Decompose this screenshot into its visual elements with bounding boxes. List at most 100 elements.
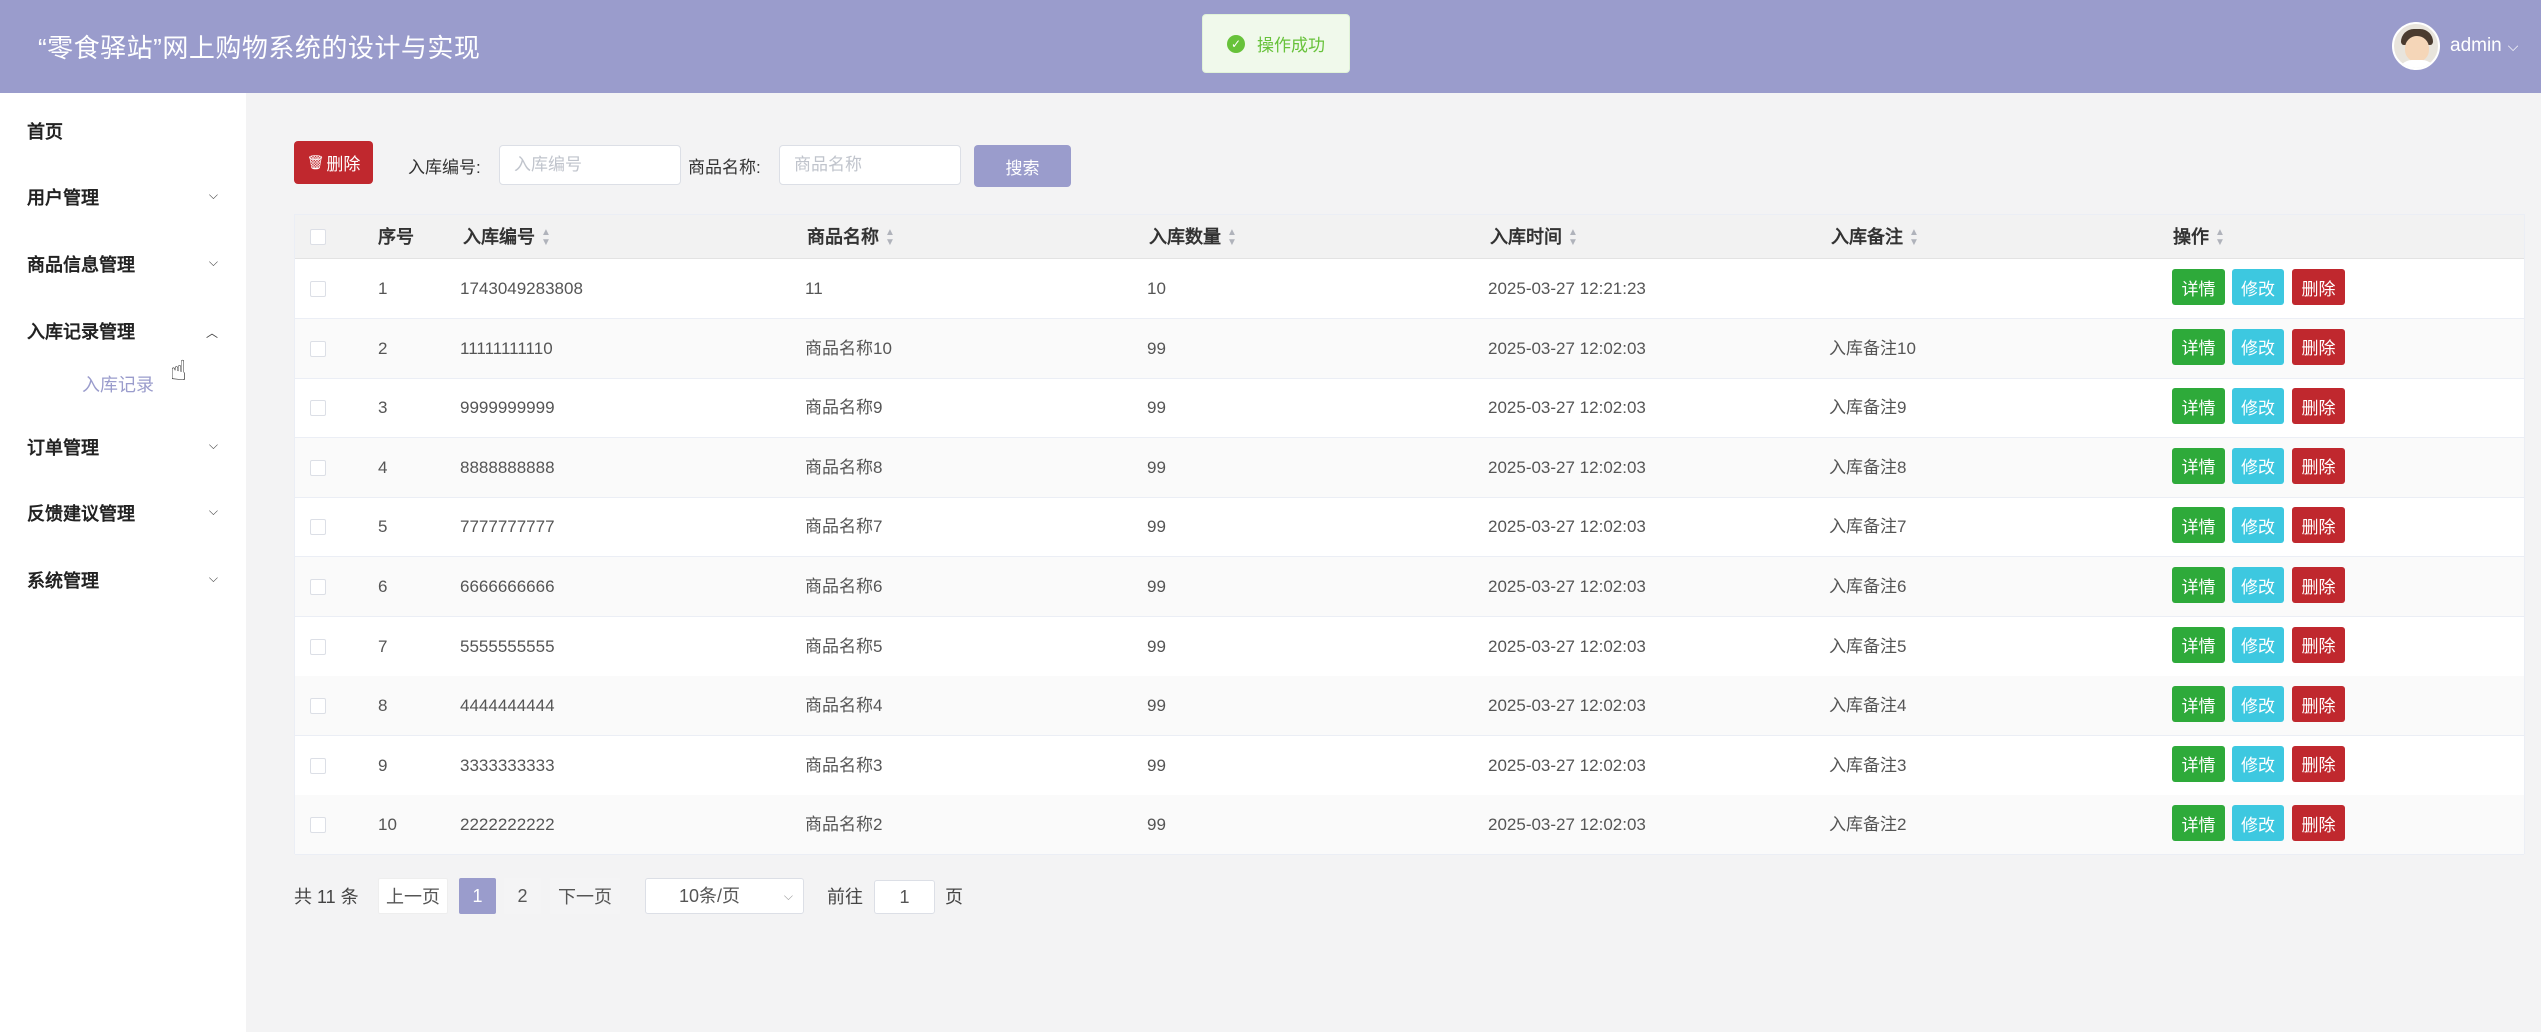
row-checkbox[interactable] — [310, 757, 326, 774]
sidebar-item-feedback[interactable]: 反馈建议管理 ⌵ — [0, 493, 246, 533]
table-row: 9 3333333333 商品名称3 99 2025-03-27 12:02:03 入库备… — [295, 736, 2524, 796]
detail-button[interactable]: 详情 — [2172, 388, 2225, 425]
detail-button[interactable]: 详情 — [2172, 567, 2225, 603]
search-button[interactable]: 搜索 — [974, 145, 1071, 187]
column-header-actions[interactable]: 操作 ▲ ▼ — [2173, 215, 2225, 259]
sort-icon[interactable]: ▲ ▼ — [1568, 228, 1578, 248]
delete-button[interactable]: 删除 — [2292, 447, 2345, 484]
column-header-name[interactable]: 商品名称 ▲ ▼ — [807, 215, 895, 259]
prev-page-button[interactable]: 上一页 — [378, 878, 448, 914]
table-row: 10 2222222222 商品名称2 99 2025-03-27 12:02:03 入库… — [295, 795, 2524, 856]
cell-note: 入库备注8 — [1829, 457, 1907, 477]
delete-button[interactable]: 删除 — [2292, 388, 2345, 425]
batch-delete-label: 删除 — [326, 155, 361, 174]
sidebar-item-orders[interactable]: 订单管理 ⌵ — [0, 427, 246, 467]
detail-button[interactable]: 详情 — [2172, 507, 2225, 544]
success-toast: ✓ 操作成功 — [1202, 14, 1350, 73]
sort-icon[interactable]: ▲ ▼ — [541, 228, 551, 248]
cell-qty: 99 — [1147, 457, 1166, 477]
cell-code: 9999999999 — [460, 398, 555, 418]
detail-button[interactable]: 详情 — [2172, 805, 2225, 842]
delete-button[interactable]: 删除 — [2292, 567, 2345, 603]
avatar[interactable] — [2392, 22, 2440, 70]
edit-button[interactable]: 修改 — [2232, 626, 2284, 663]
cell-qty: 99 — [1147, 338, 1166, 358]
code-search-input[interactable] — [499, 145, 681, 185]
row-checkbox[interactable] — [310, 340, 326, 357]
sort-icon[interactable]: ▲ ▼ — [885, 228, 895, 248]
batch-delete-button[interactable]: 🗑 删除 — [294, 141, 373, 184]
cell-note: 入库备注4 — [1829, 696, 1907, 716]
cell-note: 入库备注5 — [1829, 636, 1907, 656]
detail-button[interactable]: 详情 — [2172, 269, 2225, 305]
edit-button[interactable]: 修改 — [2232, 745, 2284, 782]
chevron-down-icon[interactable]: ⌵ — [2508, 38, 2519, 55]
column-header-time[interactable]: 入库时间 ▲ ▼ — [1490, 215, 1578, 259]
cell-name: 商品名称9 — [805, 398, 883, 418]
row-checkbox[interactable] — [310, 579, 326, 595]
next-page-button[interactable]: 下一页 — [550, 878, 620, 914]
edit-button[interactable]: 修改 — [2232, 805, 2284, 842]
cell-note: 入库备注7 — [1829, 517, 1907, 537]
row-checkbox[interactable] — [310, 459, 326, 476]
column-header-code[interactable]: 入库编号 ▲ ▼ — [463, 215, 551, 259]
sidebar-item-products[interactable]: 商品信息管理 ⌵ — [0, 244, 246, 284]
edit-button[interactable]: 修改 — [2232, 447, 2284, 484]
delete-button[interactable]: 删除 — [2292, 269, 2345, 305]
page-button-2[interactable]: 2 — [504, 878, 541, 914]
row-checkbox[interactable] — [310, 698, 326, 715]
edit-button[interactable]: 修改 — [2232, 507, 2284, 544]
edit-button[interactable]: 修改 — [2232, 388, 2284, 425]
cell-time: 2025-03-27 12:02:03 — [1488, 696, 1646, 716]
sidebar-item-stock-records[interactable]: 入库记录管理 ︿ — [0, 311, 246, 351]
edit-button[interactable]: 修改 — [2232, 269, 2284, 305]
sidebar-item-users[interactable]: 用户管理 ⌵ — [0, 177, 246, 217]
goto-page-input[interactable]: 1 — [874, 880, 935, 914]
detail-button[interactable]: 详情 — [2172, 626, 2225, 663]
cell-time: 2025-03-27 12:02:03 — [1488, 636, 1646, 656]
sort-icon[interactable]: ▲ ▼ — [2215, 228, 2225, 248]
cell-index: 4 — [378, 457, 388, 477]
detail-button[interactable]: 详情 — [2172, 686, 2225, 723]
detail-button[interactable]: 详情 — [2172, 745, 2225, 782]
detail-button[interactable]: 详情 — [2172, 447, 2225, 484]
cell-time: 2025-03-27 12:02:03 — [1488, 577, 1646, 596]
cell-name: 商品名称5 — [805, 636, 883, 656]
user-name[interactable]: admin — [2450, 35, 2502, 57]
page-button-1[interactable]: 1 — [459, 878, 496, 914]
sort-icon[interactable]: ▲ ▼ — [1227, 228, 1237, 248]
cell-qty: 99 — [1147, 577, 1166, 596]
row-checkbox[interactable] — [310, 281, 326, 297]
page-size-select[interactable]: 10条/页 ⌵ — [645, 878, 804, 914]
row-checkbox[interactable] — [310, 817, 326, 834]
delete-button[interactable]: 删除 — [2292, 328, 2345, 365]
row-checkbox[interactable] — [310, 638, 326, 655]
column-header-qty[interactable]: 入库数量 ▲ ▼ — [1149, 215, 1237, 259]
user-menu[interactable]: admin ⌵ — [2392, 22, 2518, 70]
sidebar-item-system[interactable]: 系统管理 ⌵ — [0, 560, 246, 600]
edit-button[interactable]: 修改 — [2232, 686, 2284, 723]
sidebar-subitem-stock-record[interactable]: 入库记录 — [82, 371, 154, 397]
sidebar-item-home[interactable]: 首页 — [0, 111, 246, 151]
edit-button[interactable]: 修改 — [2232, 567, 2284, 603]
edit-button[interactable]: 修改 — [2232, 328, 2284, 365]
select-all-checkbox[interactable] — [310, 229, 326, 245]
cell-time: 2025-03-27 12:02:03 — [1488, 755, 1646, 775]
chevron-down-icon: ⌵ — [783, 889, 793, 903]
sort-icon[interactable]: ▲ ▼ — [1909, 228, 1919, 248]
delete-button[interactable]: 删除 — [2292, 745, 2345, 782]
delete-button[interactable]: 删除 — [2292, 507, 2345, 544]
row-checkbox[interactable] — [310, 400, 326, 417]
column-header-note[interactable]: 入库备注 ▲ ▼ — [1831, 215, 1919, 259]
cell-code: 3333333333 — [460, 755, 555, 775]
delete-button[interactable]: 删除 — [2292, 805, 2345, 842]
detail-button[interactable]: 详情 — [2172, 328, 2225, 365]
delete-button[interactable]: 删除 — [2292, 686, 2345, 723]
row-checkbox[interactable] — [310, 519, 326, 536]
cell-qty: 99 — [1147, 517, 1166, 537]
sidebar-item-label: 系统管理 — [27, 571, 99, 591]
delete-button[interactable]: 删除 — [2292, 626, 2345, 663]
cell-name: 商品名称2 — [805, 815, 883, 835]
name-search-input[interactable] — [779, 145, 961, 185]
cell-qty: 99 — [1147, 696, 1166, 716]
